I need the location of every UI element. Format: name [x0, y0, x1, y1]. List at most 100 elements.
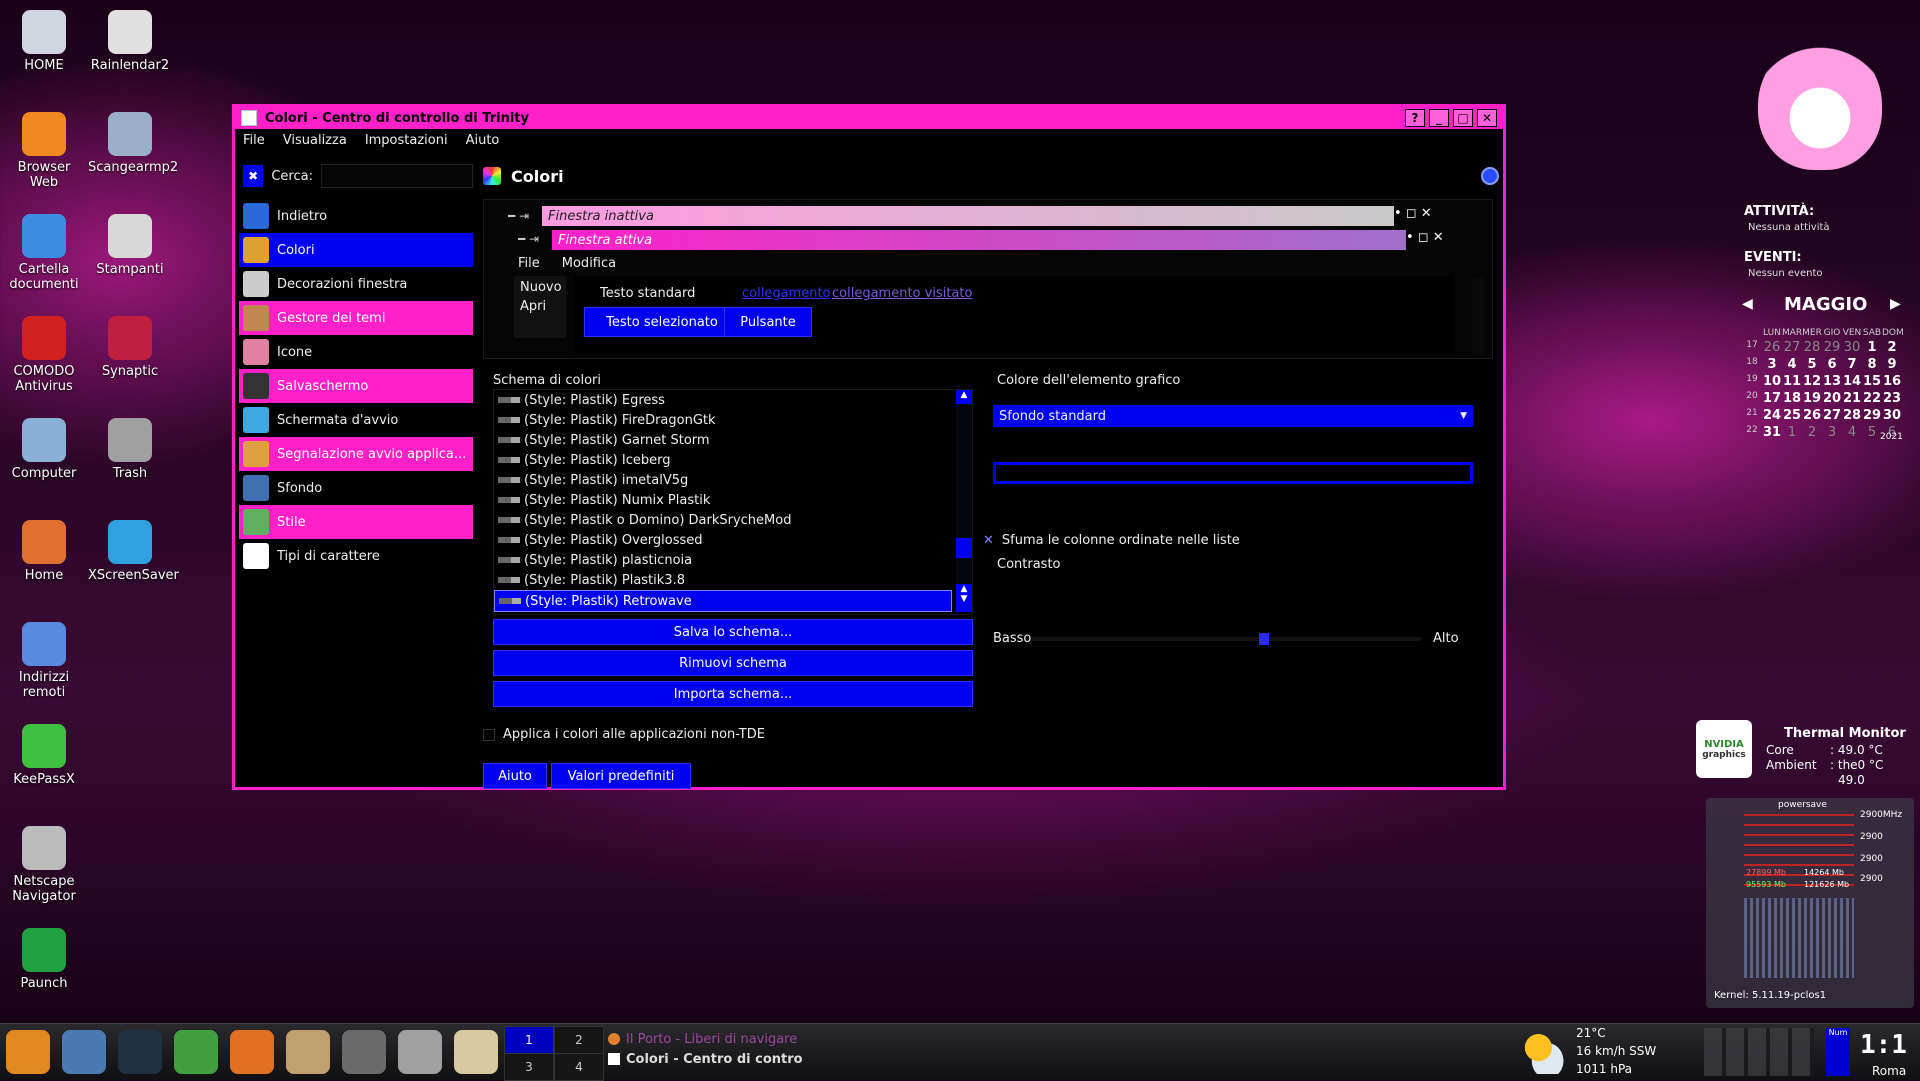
calendar-day[interactable]: 4: [1842, 425, 1862, 440]
calendar-day[interactable]: 29: [1822, 340, 1842, 355]
system-tray[interactable]: [1704, 1028, 1814, 1076]
firefox-icon[interactable]: [230, 1030, 274, 1074]
calendar-day[interactable]: 14: [1842, 374, 1862, 389]
calendar-day[interactable]: 15: [1862, 374, 1882, 389]
minimize-button[interactable]: _: [1429, 109, 1449, 127]
desktop-icon-home-drive[interactable]: HOME: [2, 10, 86, 73]
clock[interactable]: 1:1: [1860, 1030, 1907, 1060]
calendar-day[interactable]: 3: [1822, 425, 1842, 440]
task-browser[interactable]: Il Porto - Liberi di navigare: [608, 1030, 797, 1048]
menu-view[interactable]: Visualizza: [283, 133, 347, 148]
calendar-day[interactable]: 16: [1882, 374, 1902, 389]
calendar-day[interactable]: 4: [1782, 357, 1802, 372]
scheme-list-item[interactable]: (Style: Plastik) plasticnoia: [494, 550, 952, 570]
calendar-day[interactable]: 11: [1782, 374, 1802, 389]
desktop-icon-printer[interactable]: Stampanti: [88, 214, 172, 277]
desktop-icon-house[interactable]: Home: [2, 520, 86, 583]
sidebar-item-splash[interactable]: Schermata d'avvio: [239, 403, 473, 437]
scheme-list-item[interactable]: (Style: Plastik) Plastik3.8: [494, 570, 952, 590]
calendar-day[interactable]: 28: [1802, 340, 1822, 355]
calendar-day[interactable]: 23: [1882, 391, 1902, 406]
desktop-icon-paunch[interactable]: Paunch: [2, 928, 86, 991]
fade-sorted-checkbox[interactable]: ✕ Sfuma le colonne ordinate nelle liste: [983, 533, 1240, 548]
scheme-list[interactable]: (Style: Plastik) Egress (Style: Plastik) …: [493, 389, 973, 615]
menu-help[interactable]: Aiuto: [466, 133, 500, 148]
clear-search-icon[interactable]: ✖: [243, 165, 264, 187]
desktop-icon-netscape[interactable]: Netscape Navigator: [2, 826, 86, 904]
calendar-day[interactable]: 3: [1762, 357, 1782, 372]
scroll-down-icon[interactable]: ▲ ▼: [956, 584, 972, 612]
desktop-icon-network-globe[interactable]: Indirizzi remoti: [2, 622, 86, 700]
refresh-icon[interactable]: [1481, 167, 1499, 185]
search-input[interactable]: [321, 164, 473, 188]
sidebar-item-wallpaper[interactable]: Sfondo: [239, 471, 473, 505]
desktop-4[interactable]: 4: [554, 1053, 604, 1081]
calendar-day[interactable]: 31: [1762, 425, 1782, 440]
calendar-day[interactable]: 1: [1782, 425, 1802, 440]
menu-settings[interactable]: Impostazioni: [365, 133, 448, 148]
scheme-list-item[interactable]: (Style: Plastik) Iceberg: [494, 450, 952, 470]
scheme-list-item[interactable]: (Style: Plastik) Garnet Storm: [494, 430, 952, 450]
calendar-day[interactable]: 2: [1802, 425, 1822, 440]
desktop-icon-keepass[interactable]: KeePassX: [2, 724, 86, 787]
tde-menu-icon[interactable]: [6, 1030, 50, 1074]
sidebar-item-style[interactable]: Stile: [239, 505, 473, 539]
netscape-launch-icon[interactable]: [342, 1030, 386, 1074]
clock-app-icon[interactable]: [398, 1030, 442, 1074]
desktop-icon-folder[interactable]: Cartella documenti: [2, 214, 86, 292]
desktop-preview-icon[interactable]: [62, 1030, 106, 1074]
scheme-list-item[interactable]: (Style: Plastik) Overglossed: [494, 530, 952, 550]
maximize-button[interactable]: □: [1453, 109, 1473, 127]
desktop-icon-computer[interactable]: Computer: [2, 418, 86, 481]
defaults-button[interactable]: Valori predefiniti: [551, 763, 691, 789]
calendar-day[interactable]: 27: [1782, 340, 1802, 355]
calendar-day[interactable]: 21: [1842, 391, 1862, 406]
desktop-3[interactable]: 3: [504, 1053, 554, 1081]
task-colors[interactable]: Colori - Centro di contro: [608, 1050, 803, 1068]
calendar-day[interactable]: 29: [1862, 408, 1882, 423]
calendar-day[interactable]: 28: [1842, 408, 1862, 423]
calendar-day[interactable]: 19: [1802, 391, 1822, 406]
calendar-day[interactable]: 5: [1862, 425, 1882, 440]
calendar-day[interactable]: 26: [1762, 340, 1782, 355]
calendar-day[interactable]: 17: [1762, 391, 1782, 406]
calendar-day[interactable]: 13: [1822, 374, 1842, 389]
preview-scrollbar[interactable]: [1472, 278, 1484, 354]
calendar-day[interactable]: 1: [1862, 340, 1882, 355]
apply-non-tde-checkbox[interactable]: Applica i colori alle applicazioni non-T…: [483, 727, 765, 742]
calendar-day[interactable]: 20: [1822, 391, 1842, 406]
menu-file[interactable]: File: [243, 133, 265, 148]
sidebar-item-colors[interactable]: Colori: [239, 233, 473, 267]
desktop-icon-xscreensaver[interactable]: XScreenSaver: [88, 520, 179, 583]
save-scheme-button[interactable]: Salva lo schema...: [493, 619, 973, 645]
help-button[interactable]: Aiuto: [483, 763, 547, 789]
calendar-day[interactable]: 18: [1782, 391, 1802, 406]
scheme-list-item[interactable]: (Style: Plastik) imetalV5g: [494, 470, 952, 490]
desktop-1[interactable]: 1: [504, 1026, 554, 1054]
sidebar-item-fonts[interactable]: Tipi di carattere: [239, 539, 473, 573]
calendar-day[interactable]: 8: [1862, 357, 1882, 372]
desktop-2[interactable]: 2: [554, 1026, 604, 1054]
calendar-next-icon[interactable]: ▶: [1890, 296, 1901, 312]
color-preview[interactable]: ━ ⇥ Finestra inattiva • ◻ ✕ ━ ⇥ Finestra…: [483, 199, 1493, 359]
calendar-day[interactable]: 30: [1882, 408, 1902, 423]
close-button[interactable]: ✕: [1477, 109, 1497, 127]
sidebar-item-screensaver[interactable]: Salvaschermo: [239, 369, 473, 403]
desktop-icon-comodo-shield[interactable]: COMODO Antivirus: [2, 316, 86, 394]
scheme-scrollbar[interactable]: ▲ ▲ ▼: [956, 390, 972, 612]
window-titlebar[interactable]: Colori - Centro di controllo di Trinity …: [235, 107, 1503, 129]
remove-scheme-button[interactable]: Rimuovi schema: [493, 650, 973, 676]
calendar-day[interactable]: 22: [1862, 391, 1882, 406]
calendar-day[interactable]: 27: [1822, 408, 1842, 423]
calendar-day[interactable]: 6: [1822, 357, 1842, 372]
desktop-icon-trash[interactable]: Trash: [88, 418, 172, 481]
calendar-day[interactable]: 5: [1802, 357, 1822, 372]
scheme-list-item[interactable]: (Style: Plastik) Retrowave: [494, 590, 952, 612]
calendar-day[interactable]: 26: [1802, 408, 1822, 423]
calendar-day[interactable]: 10: [1762, 374, 1782, 389]
calendar-day[interactable]: 30: [1842, 340, 1862, 355]
sidebar-item-icons[interactable]: Icone: [239, 335, 473, 369]
settings-icon[interactable]: [286, 1030, 330, 1074]
scroll-up-icon[interactable]: ▲: [956, 390, 972, 404]
calendar-day[interactable]: 2: [1882, 340, 1902, 355]
